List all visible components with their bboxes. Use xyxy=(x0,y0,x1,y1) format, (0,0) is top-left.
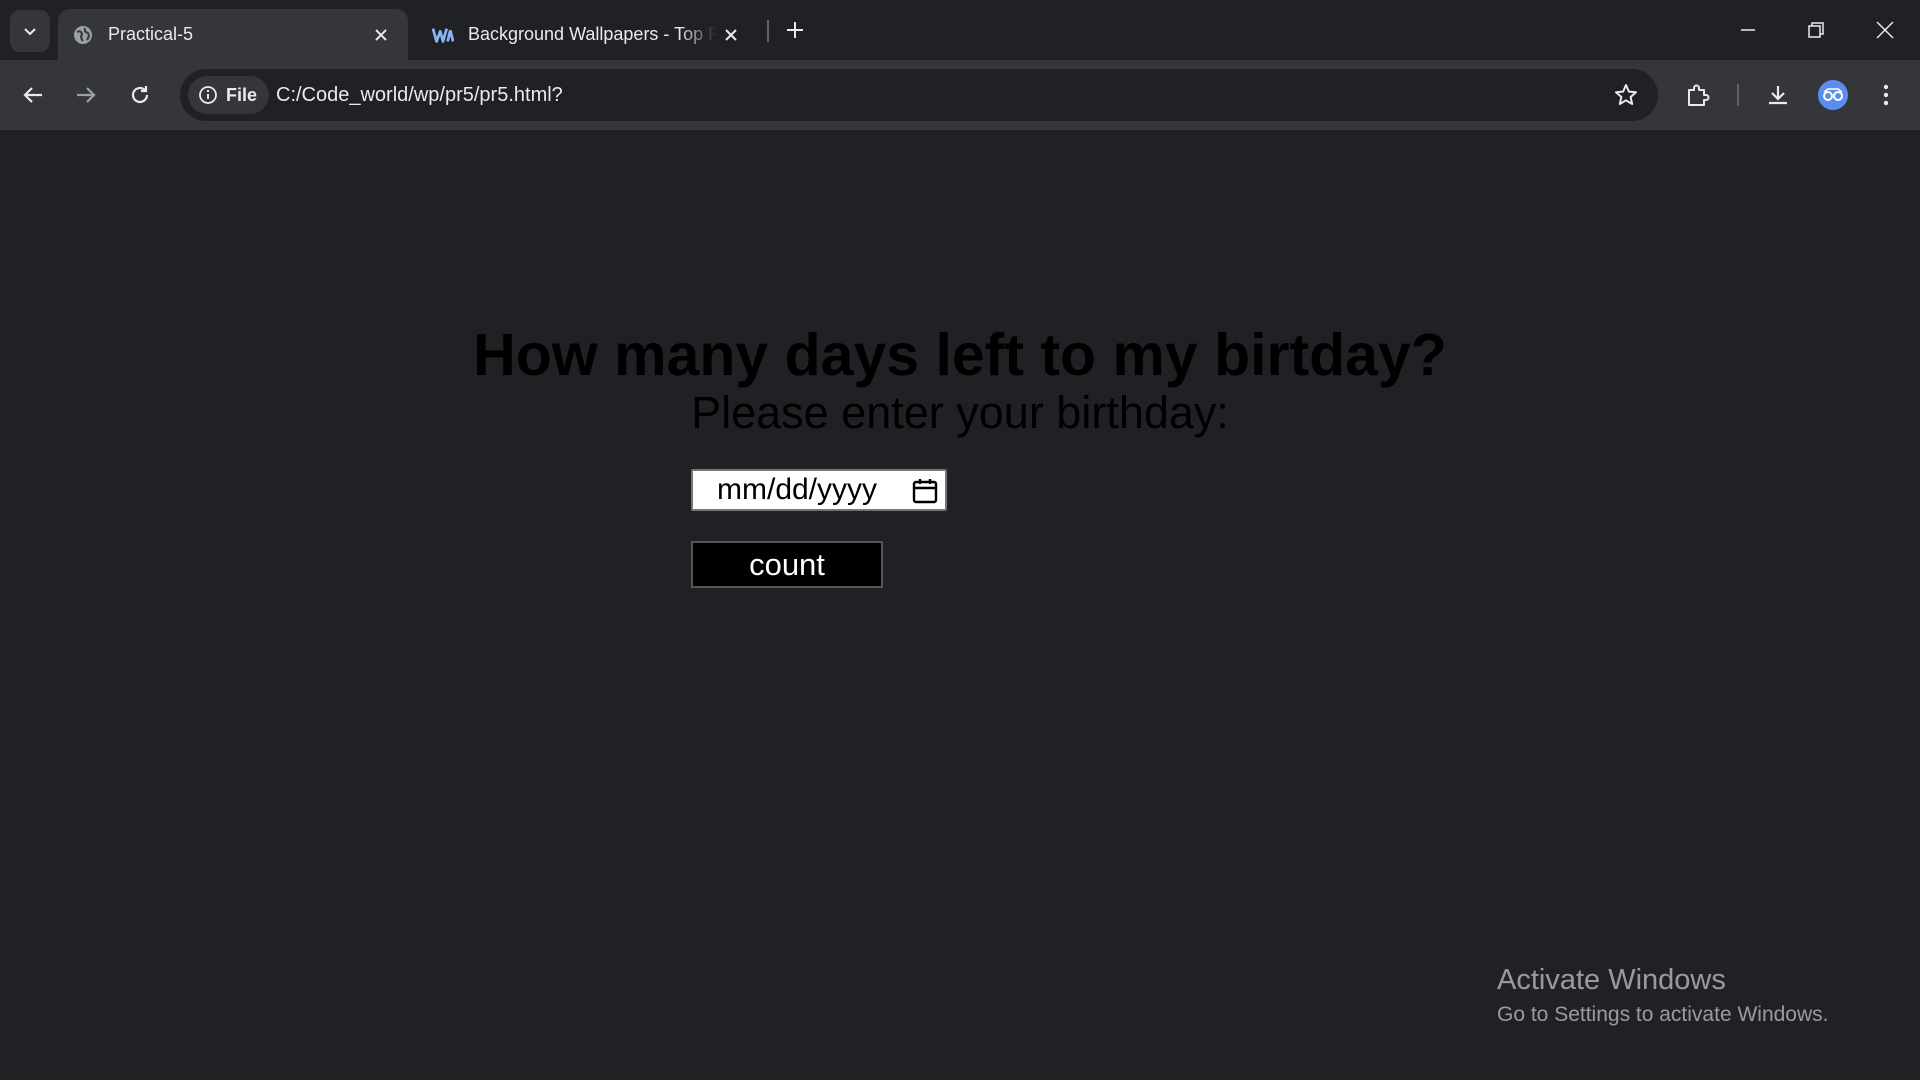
restore-button[interactable] xyxy=(1783,0,1849,60)
reload-button[interactable] xyxy=(120,75,160,115)
site-chip-label: File xyxy=(226,84,258,105)
chevron-down-icon xyxy=(24,28,36,36)
arrow-left-icon xyxy=(23,87,42,103)
bookmark-star-icon[interactable] xyxy=(1612,81,1640,109)
close-tab-icon[interactable] xyxy=(716,20,746,50)
tab-title: Practical-5 xyxy=(108,24,194,44)
tab-divider xyxy=(767,20,769,42)
activate-windows-watermark: Activate Windows Go to Settings to activ… xyxy=(1497,964,1829,1027)
site-info-chip[interactable]: File xyxy=(188,76,270,114)
tab-practical-5[interactable]: Practical-5 xyxy=(58,9,408,60)
url-text[interactable]: C:/Code_world/wp/pr5/pr5.html? xyxy=(276,84,563,107)
page-subheading: Please enter your birthday: xyxy=(691,387,1229,438)
browser-toolbar: File C:/Code_world/wp/pr5/pr5.html? xyxy=(0,60,1920,130)
toolbar-divider xyxy=(1737,84,1739,106)
incognito-glasses-icon xyxy=(1823,88,1843,101)
forward-button[interactable] xyxy=(66,75,106,115)
close-tab-icon[interactable] xyxy=(366,20,396,50)
tab-background-wallpapers[interactable]: Background Wallpapers - Top Free xyxy=(418,9,758,60)
calendar-icon[interactable] xyxy=(911,477,939,505)
restore-icon xyxy=(1808,22,1824,38)
globe-icon xyxy=(72,24,94,46)
address-bar[interactable]: File C:/Code_world/wp/pr5/pr5.html? xyxy=(180,69,1658,121)
date-placeholder: mm/dd/yyyy xyxy=(717,473,878,506)
reload-icon xyxy=(131,86,149,104)
tab-strip: Practical-5 Background Wallpapers - Top … xyxy=(0,0,1920,60)
birthday-date-input[interactable]: mm/dd/yyyy xyxy=(691,469,947,511)
download-icon xyxy=(1769,86,1787,105)
menu-button[interactable] xyxy=(1866,75,1906,115)
plus-icon xyxy=(787,22,803,38)
info-icon xyxy=(198,85,218,105)
puzzle-icon xyxy=(1688,84,1710,106)
back-button[interactable] xyxy=(13,75,53,115)
page-viewport: How many days left to my birtday? Please… xyxy=(0,131,1920,1078)
minimize-button[interactable] xyxy=(1715,0,1781,60)
downloads-button[interactable] xyxy=(1758,75,1798,115)
tab-search-button[interactable] xyxy=(10,10,50,52)
close-window-button[interactable] xyxy=(1852,0,1918,60)
activate-windows-title: Activate Windows xyxy=(1497,964,1726,996)
tab-title: Background Wallpapers - Top Free xyxy=(468,24,716,44)
page-heading: How many days left to my birtday? xyxy=(473,322,1447,388)
kebab-menu-icon xyxy=(1883,84,1889,106)
close-icon xyxy=(1876,21,1894,39)
arrow-right-icon xyxy=(77,87,96,103)
count-button[interactable]: count xyxy=(691,541,883,588)
activate-windows-subtitle: Go to Settings to activate Windows. xyxy=(1497,1003,1829,1026)
minimize-icon xyxy=(1741,29,1755,31)
profile-avatar[interactable] xyxy=(1818,80,1848,110)
wallpapers-icon xyxy=(432,24,454,46)
extensions-button[interactable] xyxy=(1678,75,1718,115)
new-tab-button[interactable] xyxy=(780,14,810,46)
